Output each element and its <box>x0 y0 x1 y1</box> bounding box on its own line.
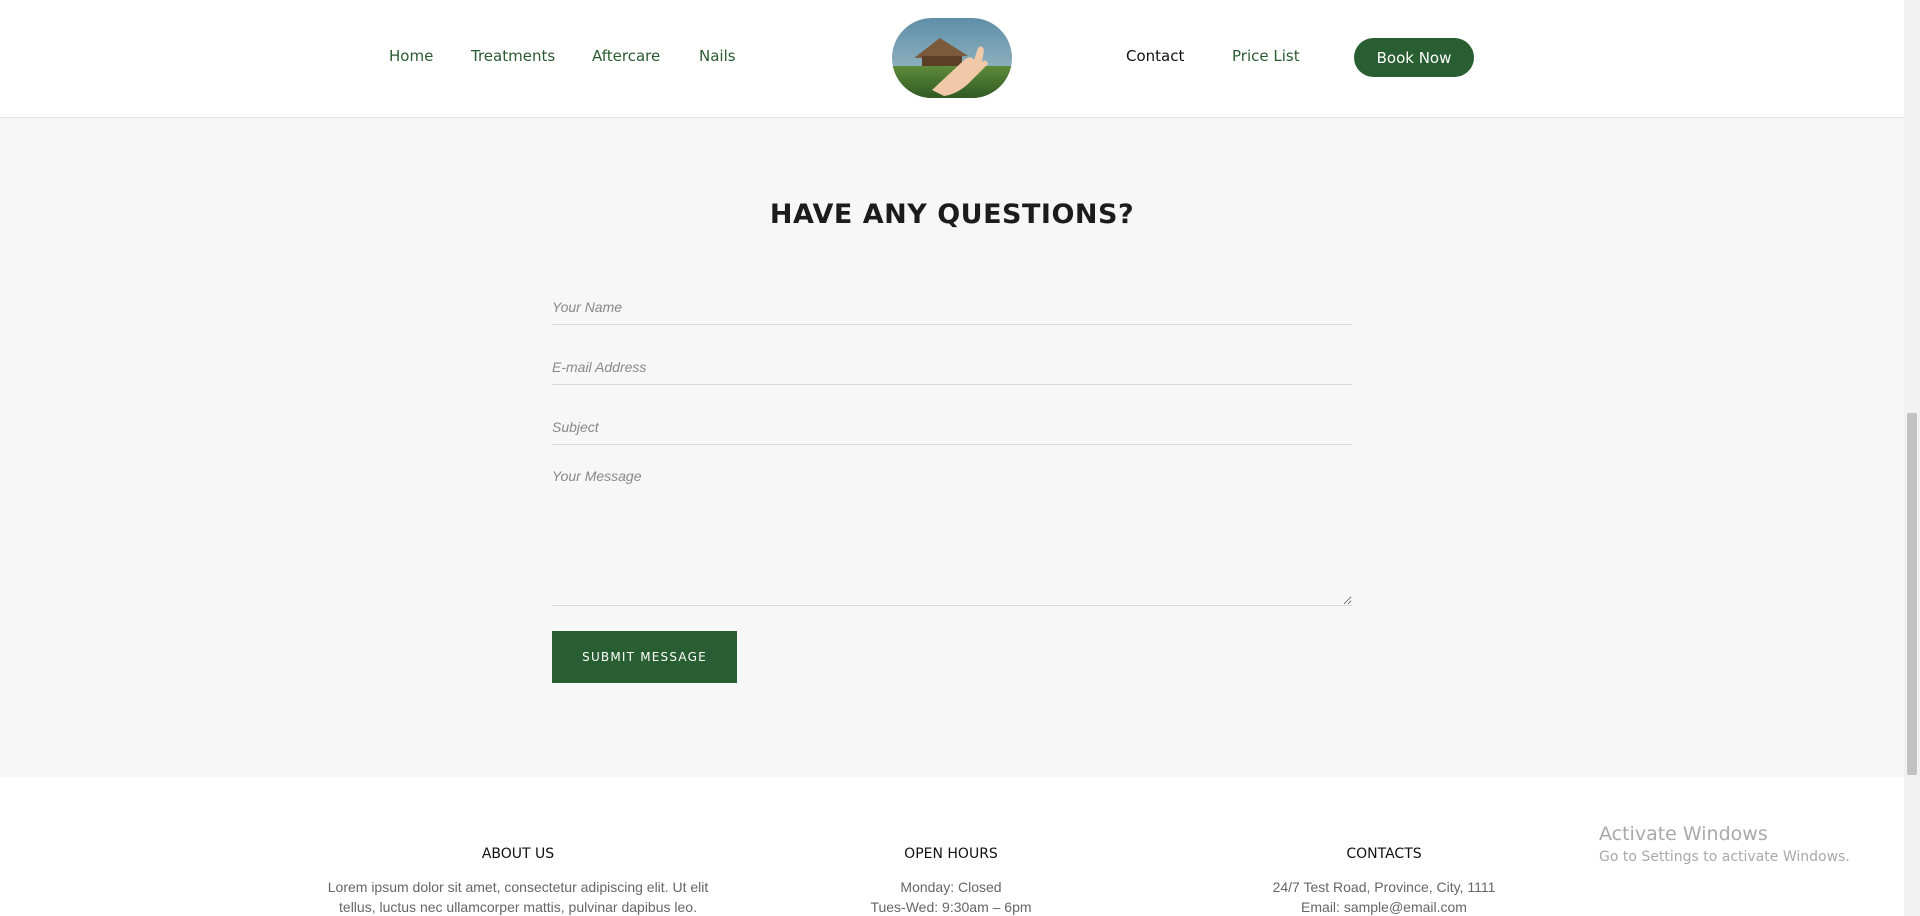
nav-aftercare[interactable]: Aftercare <box>592 47 660 65</box>
activate-windows-title: Activate Windows <box>1599 823 1768 845</box>
nav-price-list[interactable]: Price List <box>1232 47 1300 65</box>
email-field[interactable] <box>552 349 1352 385</box>
footer-about-line: Lorem ipsum dolor sit amet, consectetur … <box>327 879 709 895</box>
footer-contacts-line: 24/7 Test Road, Province, City, 1111 <box>1272 879 1496 895</box>
section-title: HAVE ANY QUESTIONS? <box>769 199 1135 230</box>
footer-contacts-line: Email: sample@email.com <box>1301 899 1467 915</box>
footer-hours-title: OPEN HOURS <box>904 846 998 862</box>
footer-hours: OPEN HOURS Monday: Closed Tues-Wed: 9:30… <box>741 845 1161 916</box>
footer-about: ABOUT US Lorem ipsum dolor sit amet, con… <box>308 845 728 916</box>
scrollbar-thumb[interactable] <box>1907 413 1917 775</box>
nav-nails[interactable]: Nails <box>699 47 736 65</box>
subject-field[interactable] <box>552 409 1352 445</box>
footer-contacts: CONTACTS 24/7 Test Road, Province, City,… <box>1174 845 1594 916</box>
footer-about-title: ABOUT US <box>481 846 555 862</box>
book-now-button[interactable]: Book Now <box>1354 38 1474 77</box>
name-field[interactable] <box>552 289 1352 325</box>
logo-image <box>892 18 1012 98</box>
site-header: Home Treatments Aftercare Nails Contact … <box>0 0 1904 118</box>
footer-hours-line: Monday: Closed <box>900 879 1002 895</box>
nav-home[interactable]: Home <box>389 47 433 65</box>
footer-about-line: tellus, luctus nec ullamcorper mattis, p… <box>339 899 697 915</box>
footer-hours-line: Tues-Wed: 9:30am – 6pm <box>870 899 1032 915</box>
site-footer: ABOUT US Lorem ipsum dolor sit amet, con… <box>0 777 1904 916</box>
nav-contact[interactable]: Contact <box>1126 47 1184 65</box>
activate-windows-subtitle: Go to Settings to activate Windows. <box>1599 849 1850 865</box>
nav-treatments[interactable]: Treatments <box>471 47 555 65</box>
page-scrollbar[interactable] <box>1904 0 1920 916</box>
site-logo[interactable] <box>892 18 1012 98</box>
submit-message-button[interactable]: SUBMIT MESSAGE <box>552 631 737 683</box>
message-field[interactable] <box>552 466 1352 606</box>
footer-contacts-title: CONTACTS <box>1346 846 1422 862</box>
